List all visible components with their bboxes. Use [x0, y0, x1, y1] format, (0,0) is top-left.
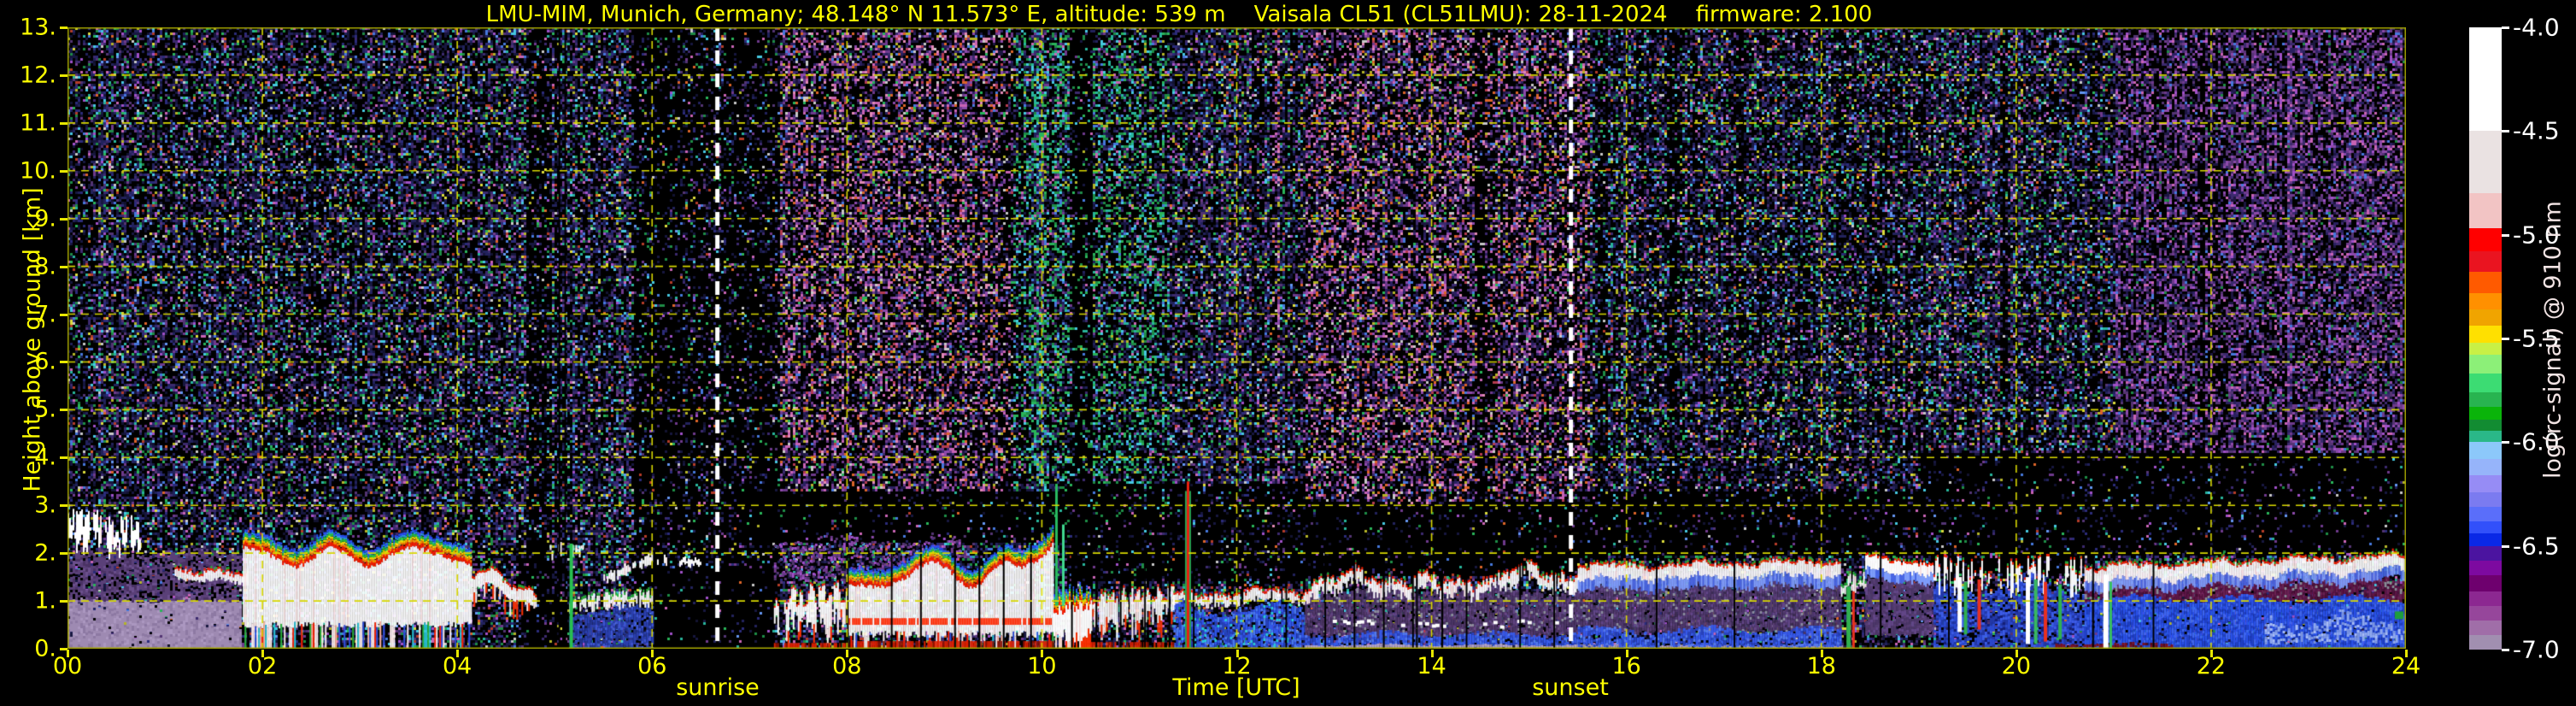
colorbar-tick-mark [2502, 544, 2509, 548]
x-tick-mark [1235, 650, 1239, 657]
y-tick-label: 3. [34, 491, 56, 519]
colorbar-stop [2469, 228, 2502, 252]
y-tick-label: 1. [34, 587, 56, 615]
colorbar-stop [2469, 475, 2502, 493]
y-tick-mark [60, 456, 67, 460]
colorbar-stop [2469, 272, 2502, 294]
y-axis-label: Height above ground [km] [19, 187, 46, 492]
x-tick-mark [2405, 650, 2408, 657]
x-tick-mark [456, 650, 460, 657]
y-tick-label: 0. [34, 635, 56, 662]
colorbar-stop [2469, 27, 2502, 132]
y-tick-mark [60, 600, 67, 603]
y-tick-label: 6. [34, 348, 56, 375]
x-tick-mark [261, 650, 265, 657]
colorbar-stop [2469, 292, 2502, 310]
colorbar-tick-mark [2502, 649, 2509, 651]
colorbar-stop [2469, 193, 2502, 229]
colorbar-stop [2469, 309, 2502, 327]
x-tick-mark [1430, 650, 1434, 657]
colorbar-tick-mark [2502, 233, 2509, 237]
sunset-annotation-label: sunset [1532, 674, 1609, 701]
colorbar-stop [2469, 591, 2502, 607]
colorbar-tick-label: -4.5 [2513, 116, 2560, 145]
y-tick-mark [60, 504, 67, 508]
colorbar-stop [2469, 131, 2502, 194]
page-title: LMU-MIM, Munich, Germany; 48.148° N 11.5… [485, 2, 1873, 27]
colorbar-stop [2469, 560, 2502, 576]
sunrise-annotation-label: sunrise [676, 674, 760, 701]
colorbar-tick-mark [2502, 130, 2509, 133]
x-tick-mark [2015, 650, 2018, 657]
colorbar-stop [2469, 392, 2502, 408]
y-tick-mark [60, 74, 67, 77]
x-tick-mark [846, 650, 849, 657]
x-axis-label: Time [UTC] [1172, 674, 1300, 701]
y-tick-label: 7. [34, 301, 56, 328]
y-tick-mark [60, 121, 67, 125]
colorbar-stop [2469, 491, 2502, 508]
colorbar-stop [2469, 342, 2502, 356]
y-tick-mark [60, 169, 67, 173]
colorbar-stop [2469, 442, 2502, 460]
colorbar-tick-mark [2502, 26, 2509, 29]
colorbar-tick-label: -7.0 [2513, 635, 2560, 664]
colorbar-stop [2469, 521, 2502, 534]
colorbar-stop [2469, 574, 2502, 592]
x-tick-mark [67, 650, 69, 657]
y-tick-label: 9. [34, 205, 56, 232]
colorbar-tick-mark [2502, 441, 2509, 444]
colorbar-stop [2469, 419, 2502, 432]
y-tick-label: 5. [34, 396, 56, 423]
x-tick-mark [1820, 650, 1823, 657]
y-tick-mark [60, 409, 67, 412]
colorbar-stop [2469, 326, 2502, 344]
y-tick-label: 10. [20, 157, 56, 185]
y-tick-mark [60, 217, 67, 221]
colorbar-stop [2469, 635, 2502, 650]
y-tick-mark [60, 361, 67, 364]
x-tick-mark [1041, 650, 1044, 657]
y-tick-mark [60, 552, 67, 556]
y-tick-label: 8. [34, 253, 56, 280]
x-tick-mark [651, 650, 654, 657]
ceilometer-quicklook-page: { "title": "LMU-MIM, Munich, Germany; 48… [0, 0, 2576, 706]
colorbar-stop [2469, 430, 2502, 443]
colorbar-tick-label: -4.0 [2513, 13, 2560, 42]
colorbar-stop [2469, 621, 2502, 636]
x-tick-mark [2209, 650, 2213, 657]
y-tick-mark [60, 265, 67, 268]
backscatter-heatmap [67, 27, 2406, 649]
colorbar-stop [2469, 533, 2502, 547]
colorbar-stop [2469, 506, 2502, 522]
y-tick-mark [60, 26, 67, 29]
y-tick-label: 11. [20, 109, 56, 137]
colorbar-stop [2469, 251, 2502, 273]
colorbar [2469, 27, 2502, 650]
colorbar-stop [2469, 355, 2502, 374]
colorbar-stop [2469, 545, 2502, 562]
colorbar-label: log(rc-signal) @ 910 nm [2539, 201, 2567, 479]
y-tick-mark [60, 313, 67, 316]
colorbar-stop [2469, 407, 2502, 421]
y-tick-label: 2. [34, 539, 56, 567]
y-tick-label: 12. [20, 62, 56, 89]
colorbar-stop [2469, 458, 2502, 476]
x-tick-mark [1625, 650, 1628, 657]
colorbar-stop [2469, 374, 2502, 393]
y-tick-label: 13. [20, 14, 56, 41]
colorbar-tick-mark [2502, 338, 2509, 340]
y-tick-label: 4. [34, 444, 56, 471]
colorbar-stop [2469, 606, 2502, 621]
